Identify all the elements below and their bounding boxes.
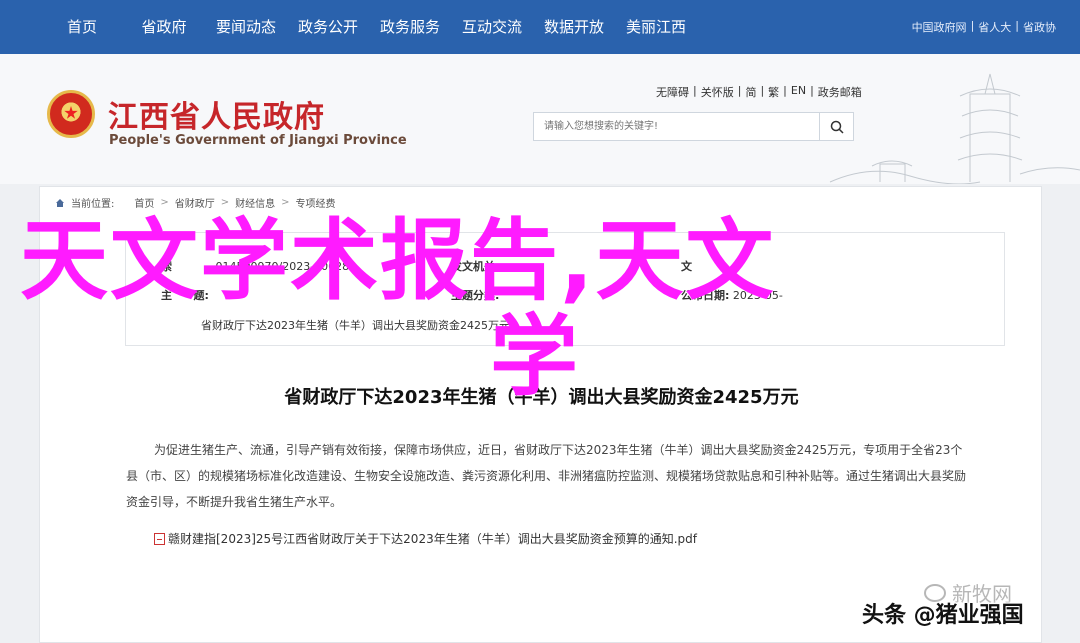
link-separator: | [783, 84, 787, 97]
credit-watermark: 头条 @猪业强国 [862, 603, 1024, 628]
nav-services[interactable]: 政务服务 [369, 0, 451, 54]
search-input[interactable] [534, 113, 814, 140]
meta-title: 省财政厅下达2023年生猪（牛羊）调出大县奖励资金2425万元 [161, 317, 510, 333]
link-separator: | [737, 84, 742, 97]
meta-title-value: 省财政厅下达2023年生猪（牛羊）调出大县奖励资金2425万元 [201, 319, 510, 332]
link-separator: | [1015, 19, 1019, 32]
nav-home[interactable]: 首页 [41, 0, 123, 54]
search-box [533, 112, 854, 141]
link-simplified[interactable]: 简 [745, 84, 756, 100]
link-china-gov[interactable]: 中国政府网 [912, 19, 967, 35]
site-subtitle: People's Government of Jiangxi Province [109, 133, 407, 148]
breadcrumb-finance-dept[interactable]: 省财政厅 [175, 195, 215, 210]
overlay-line-1: 天文学术报告,天文 [20, 209, 776, 312]
link-separator: | [970, 19, 975, 32]
breadcrumb-home[interactable]: 首页 [134, 195, 154, 210]
link-separator: | [760, 84, 765, 97]
breadcrumb-separator: > [160, 197, 169, 208]
nav-news[interactable]: 要闻动态 [205, 0, 287, 54]
attachment-filename[interactable]: 赣财建指[2023]25号江西省财政厅关于下达2023年生猪（牛羊）调出大县奖励… [168, 530, 697, 547]
overlay-caption: 天文学术报告,天文 学 [20, 215, 1020, 403]
main-nav: 首页 省政府 要闻动态 政务公开 政务服务 互动交流 数据开放 美丽江西 [41, 0, 697, 54]
nav-province-gov[interactable]: 省政府 [123, 0, 205, 54]
breadcrumb-label: 当前位置: [71, 199, 115, 210]
overlay-line-2: 学 [490, 305, 581, 408]
breadcrumb-special-funds[interactable]: 专项经费 [296, 195, 336, 210]
link-separator: | [693, 84, 697, 97]
breadcrumb: 当前位置: 首页 > 省财政厅 > 财经信息 > 专项经费 [55, 195, 336, 210]
link-care-mode[interactable]: 关怀版 [701, 84, 734, 100]
link-accessibility[interactable]: 无障碍 [656, 84, 689, 100]
site-header: 江西省人民政府 People's Government of Jiangxi P… [0, 54, 1080, 184]
breadcrumb-separator: > [281, 197, 290, 208]
pagoda-illustration [829, 73, 1080, 184]
breadcrumb-finance-info[interactable]: 财经信息 [235, 195, 275, 210]
site-title[interactable]: 江西省人民政府 [108, 92, 325, 136]
national-emblem-icon [47, 90, 95, 138]
nav-open-gov[interactable]: 政务公开 [287, 0, 369, 54]
link-npc[interactable]: 省人大 [978, 19, 1011, 35]
home-icon [56, 198, 64, 207]
nav-interaction[interactable]: 互动交流 [451, 0, 533, 54]
link-traditional[interactable]: 繁 [768, 84, 779, 100]
attachment-link[interactable]: 赣财建指[2023]25号江西省财政厅关于下达2023年生猪（牛羊）调出大县奖励… [154, 530, 697, 547]
nav-beautiful-jiangxi[interactable]: 美丽江西 [615, 0, 697, 54]
nav-open-data[interactable]: 数据开放 [533, 0, 615, 54]
pdf-icon [154, 532, 165, 545]
external-links: 中国政府网 | 省人大 | 省政协 [912, 19, 1056, 35]
top-nav-bar: 首页 省政府 要闻动态 政务公开 政务服务 互动交流 数据开放 美丽江西 中国政… [0, 0, 1080, 54]
article-body: 为促进生猪生产、流通，引导产销有效衔接，保障市场供应，近日，省财政厅下达2023… [126, 443, 967, 509]
breadcrumb-separator: > [220, 197, 230, 208]
link-english[interactable]: EN [791, 84, 806, 100]
link-cppcc[interactable]: 省政协 [1023, 19, 1056, 35]
